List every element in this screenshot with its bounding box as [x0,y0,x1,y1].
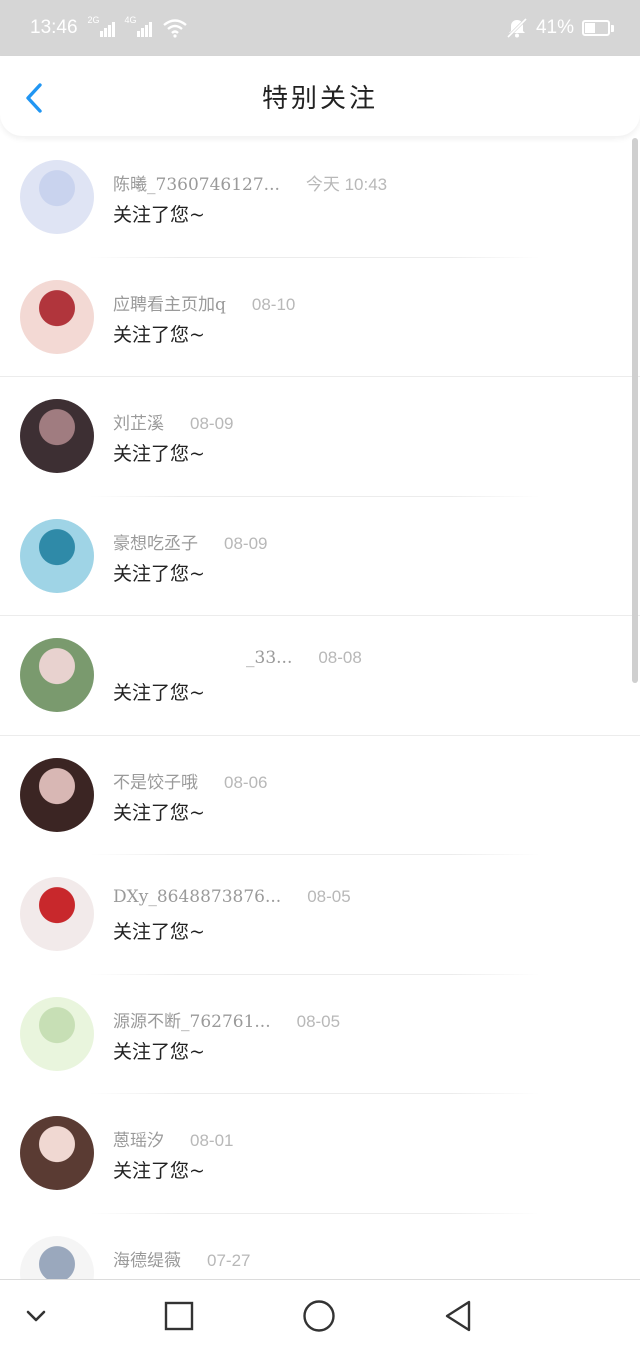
avatar[interactable] [20,877,94,951]
timestamp: 08-05 [307,887,351,906]
notification-message: 关注了您~ [113,323,205,346]
notification-row[interactable]: 海德缇薇07-27关注了您~ [0,1214,640,1279]
system-nav-bar [0,1279,640,1351]
notification-message: 关注了您~ [113,562,205,585]
notification-message: 关注了您~ [113,1040,205,1063]
timestamp: 08-10 [251,294,296,314]
name-line: 应聘看主页加q 08-10 [113,290,295,315]
timestamp: 今天 10:43 [305,175,388,194]
notification-row[interactable]: _33... 08-08 关注了您~ [0,616,640,736]
notification-row[interactable]: 源源不断_762761... 08-05 关注了您~ [0,975,640,1094]
notification-message: 关注了您~ [113,1160,205,1182]
network-type-label: 2G [87,15,100,25]
avatar[interactable] [20,638,94,712]
user-name[interactable]: 陈曦_7360746127... [113,170,280,195]
user-name[interactable]: 应聘看主页加q [113,290,226,315]
notification-row[interactable]: 陈曦_7360746127... 今天 10:43 关注了您~ [0,138,640,258]
user-name[interactable]: 不是饺子哦 [113,768,198,793]
timestamp: 08-08 [318,648,362,667]
avatar[interactable] [20,160,94,234]
wifi-icon [162,19,187,38]
name-line: 不是饺子哦 08-06 [113,768,267,793]
avatar[interactable] [20,996,94,1071]
avatar[interactable] [20,1235,94,1279]
avatar[interactable] [20,518,94,593]
user-name[interactable]: 源源不断_762761... [113,1007,271,1032]
notification-message: 关注了您~ [113,204,205,226]
user-name[interactable]: _33... [246,648,292,668]
timestamp: 08-01 [190,1131,234,1150]
notification-row[interactable]: DXy_8648873876... 08-05 关注了您~ [0,855,640,975]
network-type-label: 4G [124,15,137,25]
name-line: 豪想吃丞子 08-09 [113,529,267,554]
scrollbar[interactable] [632,138,638,683]
battery-percent: 41% [535,17,574,38]
name-line: 蒽瑶汐 08-01 [113,1126,233,1151]
avatar[interactable] [20,1116,94,1190]
timestamp: 08-09 [224,533,268,553]
avatar[interactable] [20,757,94,832]
notification-list[interactable]: 陈曦_7360746127... 今天 10:43 关注了您~ 应聘看主页加q 08-1… [0,138,640,1279]
home-circle-icon[interactable] [301,1298,337,1334]
status-bar: 13:46 2G 4G 41% [0,0,640,56]
avatar[interactable] [20,279,94,354]
name-line: 刘芷溪 08-09 [113,409,233,434]
app-header: 特别关注 [0,56,640,136]
signal-icon: 4G [125,15,152,37]
status-time: 13:46 [30,17,78,38]
battery-icon [582,20,614,36]
page-title: 特别关注 [261,83,378,114]
timestamp: 08-05 [296,1011,341,1031]
name-line: 海德缇薇 07-27 [113,1246,250,1271]
recents-square-icon[interactable] [161,1298,197,1334]
notification-message: 关注了您~ [113,801,205,824]
notification-row[interactable]: 刘芷溪 08-09 关注了您~ [0,377,640,497]
notification-row[interactable]: 蒽瑶汐 08-01 关注了您~ [0,1094,640,1214]
name-line: DXy_8648873876... 08-05 [113,887,351,907]
mute-icon [506,17,528,39]
notification-row[interactable]: 不是饺子哦 08-06 关注了您~ [0,736,640,855]
user-name[interactable]: 蒽瑶汐 [113,1126,164,1151]
timestamp: 08-09 [190,414,234,433]
name-line: 陈曦_7360746127... 今天 10:43 [113,170,387,195]
user-name[interactable]: 豪想吃丞子 [113,529,198,554]
name-line: 源源不断_762761... 08-05 [113,1007,340,1032]
signal-icon: 2G [88,15,115,37]
back-chevron-icon[interactable] [20,78,52,118]
user-name[interactable]: DXy_8648873876... [113,887,281,907]
notification-message: 关注了您~ [113,921,205,943]
notification-row[interactable]: 豪想吃丞子 08-09 关注了您~ [0,497,640,616]
name-line: _33... 08-08 [113,648,362,668]
notification-message: 关注了您~ [113,443,205,465]
chevron-down-icon[interactable] [18,1298,54,1334]
user-name[interactable]: 海德缇薇 [113,1246,181,1271]
notification-message: 关注了您~ [113,682,205,704]
timestamp: 07-27 [207,1250,251,1270]
notification-row[interactable]: 应聘看主页加q 08-10 关注了您~ [0,258,640,377]
user-name[interactable]: 刘芷溪 [113,409,164,434]
back-triangle-icon[interactable] [441,1298,477,1334]
timestamp: 08-06 [224,772,268,792]
avatar[interactable] [20,399,94,473]
